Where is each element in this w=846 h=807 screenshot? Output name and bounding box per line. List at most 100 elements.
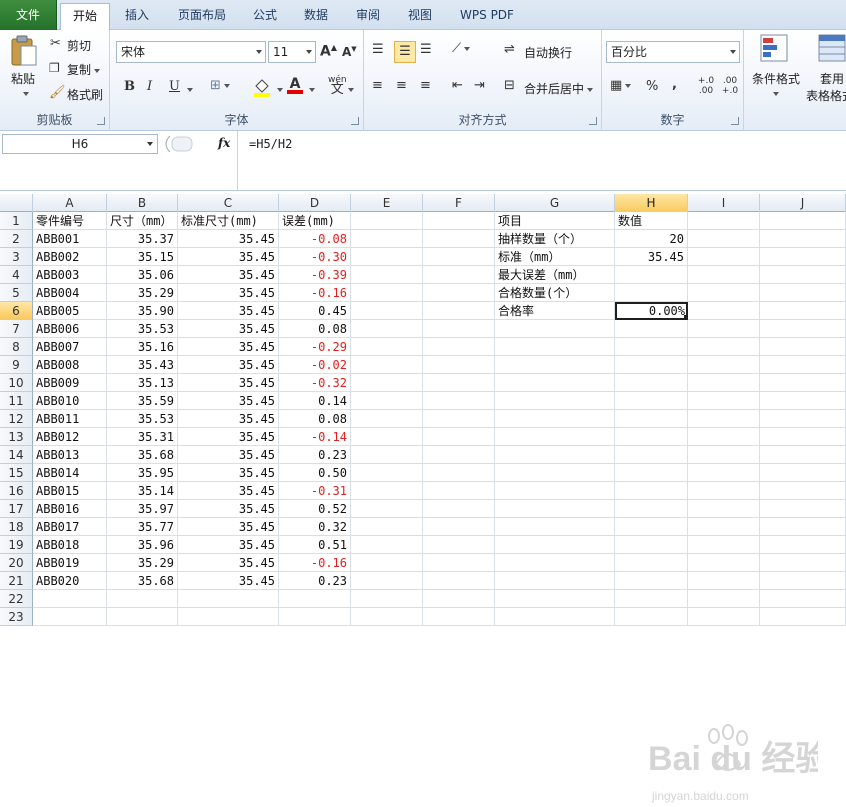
cell-e3[interactable] [351, 248, 423, 266]
decrease-indent-icon[interactable]: ⇤ [452, 78, 463, 93]
paste-icon[interactable] [8, 35, 40, 67]
font-color-dropdown[interactable] [306, 82, 315, 97]
cell-a4[interactable]: ABB003 [33, 266, 107, 284]
phonetic-icon[interactable]: wén 文 [328, 75, 347, 96]
insert-function-button[interactable]: fx [218, 136, 230, 150]
cell-j20[interactable] [760, 554, 846, 572]
clipboard-launcher-icon[interactable] [97, 117, 105, 125]
cell-g11[interactable] [495, 392, 615, 410]
column-header-f[interactable]: F [423, 194, 495, 212]
cell-e12[interactable] [351, 410, 423, 428]
cell-b11[interactable]: 35.59 [107, 392, 178, 410]
formula-input[interactable]: =H5/H2 [237, 131, 846, 191]
align-middle-icon[interactable]: ☰ [394, 41, 416, 63]
cell-a2[interactable]: ABB001 [33, 230, 107, 248]
conditional-format-dropdown[interactable] [770, 86, 779, 100]
tab-review[interactable]: 审阅 [346, 3, 390, 30]
row-header[interactable]: 14 [0, 446, 33, 464]
cell-b4[interactable]: 35.06 [107, 266, 178, 284]
row-header[interactable]: 17 [0, 500, 33, 518]
cell-d5[interactable]: -0.16 [279, 284, 351, 302]
cell-i9[interactable] [688, 356, 760, 374]
cell-j6[interactable] [760, 302, 846, 320]
number-launcher-icon[interactable] [731, 117, 739, 125]
cell-j9[interactable] [760, 356, 846, 374]
column-header-d[interactable]: D [279, 194, 351, 212]
shrink-font-icon[interactable]: A▼ [342, 45, 357, 59]
cell-e8[interactable] [351, 338, 423, 356]
cell-f10[interactable] [423, 374, 495, 392]
cell-a22[interactable] [33, 590, 107, 608]
align-right-icon[interactable]: ≡ [420, 78, 431, 93]
align-top-icon[interactable]: ☰ [372, 42, 384, 57]
cell-j11[interactable] [760, 392, 846, 410]
cell-j10[interactable] [760, 374, 846, 392]
cell-f17[interactable] [423, 500, 495, 518]
cell-i13[interactable] [688, 428, 760, 446]
font-name-select[interactable]: 宋体 [116, 41, 266, 63]
cell-g16[interactable] [495, 482, 615, 500]
cell-e15[interactable] [351, 464, 423, 482]
cell-h15[interactable] [615, 464, 688, 482]
row-header[interactable]: 13 [0, 428, 33, 446]
font-size-select[interactable]: 11 [268, 41, 316, 63]
cell-f16[interactable] [423, 482, 495, 500]
cell-a15[interactable]: ABB014 [33, 464, 107, 482]
cell-a14[interactable]: ABB013 [33, 446, 107, 464]
cell-c18[interactable]: 35.45 [178, 518, 279, 536]
format-painter-button[interactable]: 格式刷 [67, 86, 103, 103]
increase-decimal-icon[interactable]: +.0 .00 [696, 76, 716, 96]
cell-c10[interactable]: 35.45 [178, 374, 279, 392]
cell-i10[interactable] [688, 374, 760, 392]
cell-g14[interactable] [495, 446, 615, 464]
cell-e22[interactable] [351, 590, 423, 608]
cell-e5[interactable] [351, 284, 423, 302]
tab-data[interactable]: 数据 [294, 3, 338, 30]
cell-a8[interactable]: ABB007 [33, 338, 107, 356]
cell-h13[interactable] [615, 428, 688, 446]
cell-d8[interactable]: -0.29 [279, 338, 351, 356]
column-header-g[interactable]: G [495, 194, 615, 212]
cell-j15[interactable] [760, 464, 846, 482]
cell-j16[interactable] [760, 482, 846, 500]
cell-h10[interactable] [615, 374, 688, 392]
row-header[interactable]: 2 [0, 230, 33, 248]
cell-e21[interactable] [351, 572, 423, 590]
cell-h19[interactable] [615, 536, 688, 554]
row-header[interactable]: 18 [0, 518, 33, 536]
cell-a3[interactable]: ABB002 [33, 248, 107, 266]
cell-d7[interactable]: 0.08 [279, 320, 351, 338]
cell-b22[interactable] [107, 590, 178, 608]
cell-d12[interactable]: 0.08 [279, 410, 351, 428]
cell-i8[interactable] [688, 338, 760, 356]
cell-e16[interactable] [351, 482, 423, 500]
cell-d10[interactable]: -0.32 [279, 374, 351, 392]
cell-h11[interactable] [615, 392, 688, 410]
underline-button[interactable]: U [169, 79, 180, 94]
cell-d1[interactable]: 误差(mm) [279, 212, 351, 230]
cell-i23[interactable] [688, 608, 760, 626]
cell-d19[interactable]: 0.51 [279, 536, 351, 554]
cell-g8[interactable] [495, 338, 615, 356]
cell-h21[interactable] [615, 572, 688, 590]
cell-e11[interactable] [351, 392, 423, 410]
bold-button[interactable]: B [124, 79, 135, 94]
cell-g17[interactable] [495, 500, 615, 518]
cell-i21[interactable] [688, 572, 760, 590]
cell-a12[interactable]: ABB011 [33, 410, 107, 428]
cell-b10[interactable]: 35.13 [107, 374, 178, 392]
cell-d21[interactable]: 0.23 [279, 572, 351, 590]
cell-j13[interactable] [760, 428, 846, 446]
cell-i18[interactable] [688, 518, 760, 536]
cell-a20[interactable]: ABB019 [33, 554, 107, 572]
cell-b16[interactable]: 35.14 [107, 482, 178, 500]
cell-j3[interactable] [760, 248, 846, 266]
cell-b1[interactable]: 尺寸（mm） [107, 212, 178, 230]
cell-g19[interactable] [495, 536, 615, 554]
cell-h17[interactable] [615, 500, 688, 518]
cell-a23[interactable] [33, 608, 107, 626]
wrap-text-button[interactable]: 自动换行 [524, 44, 572, 61]
cell-b20[interactable]: 35.29 [107, 554, 178, 572]
align-left-icon[interactable]: ≡ [372, 78, 383, 93]
cell-i20[interactable] [688, 554, 760, 572]
